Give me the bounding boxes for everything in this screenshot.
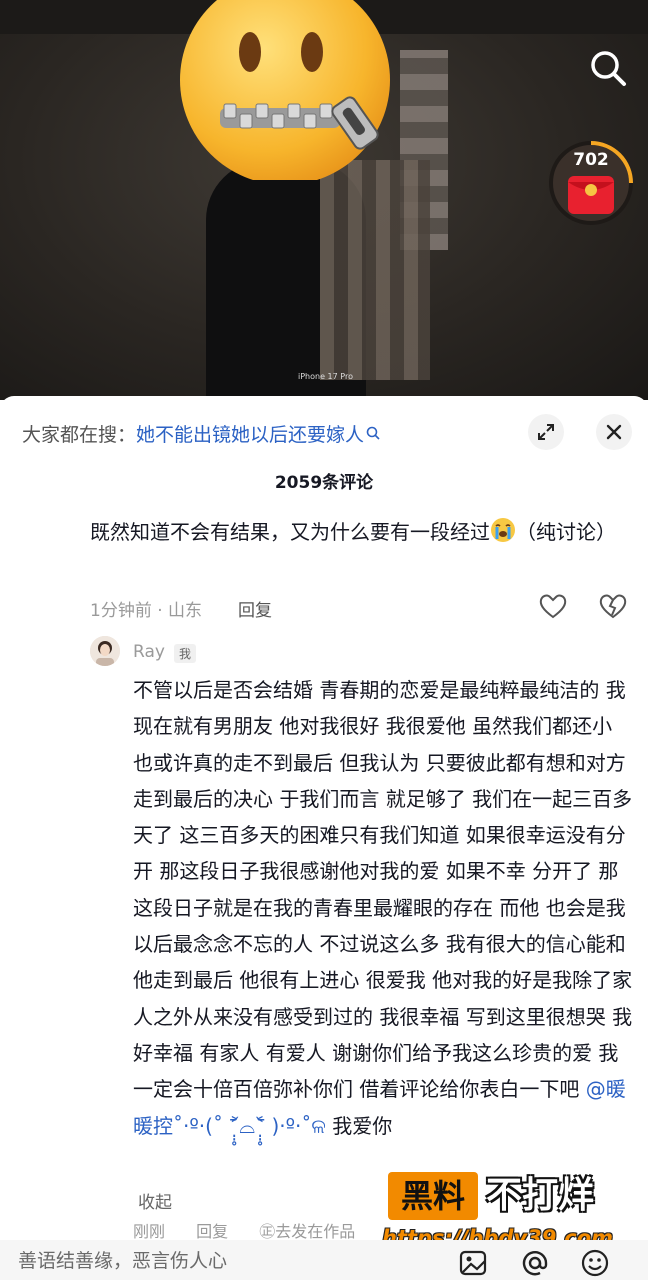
search-small-icon [366,426,380,440]
comment-input[interactable] [18,1246,438,1276]
self-badge: 我 [174,644,197,663]
expand-icon [538,424,554,440]
mention-at-icon[interactable] [520,1248,550,1278]
crying-face-icon [491,518,515,542]
close-button[interactable] [596,414,632,450]
reply-text: 不管以后是否会结婚 青春期的恋爱是最纯粹最纯洁的 我现在就有男朋友 他对我很好 … [133,678,633,1138]
watermark-box-text: 黑料 [388,1172,478,1220]
expand-button[interactable] [528,414,564,450]
image-icon[interactable] [458,1248,488,1278]
reply-meta: 刚刚 回复 ㊣去发在作品 [133,1218,381,1242]
like-icon[interactable] [538,592,568,620]
trending-search-prefix: 大家都在搜： [22,423,137,446]
trending-search-bar[interactable]: 大家都在搜： 她不能出镜她以后还要嫁人 [22,416,462,450]
watermark-side-text: 不打烊 [486,1175,595,1216]
zipper-mouth-face-icon [180,0,390,180]
pixelated-person [320,160,430,380]
comment-input-bar [0,1240,648,1280]
reply-time: 刚刚 [133,1222,166,1241]
red-packet-widget[interactable]: 702 [548,140,634,226]
close-icon [606,424,622,440]
red-packet-count: 702 [573,150,609,170]
site-watermark-logo: 黑料 不打烊 [388,1168,638,1228]
reply-author-tag: ㊣去发在作品 [259,1222,356,1241]
avatar[interactable] [90,636,120,666]
trending-search-query[interactable]: 她不能出镜她以后还要嫁人 [136,420,364,447]
comment-meta: 1分钟前 · 山东 [90,601,203,621]
collapse-button[interactable]: 收起 [138,1188,172,1213]
comment-text: 既然知道不会有结果，又为什么要有一段经过 （纯讨论） [90,514,630,550]
reply-username[interactable]: Ray [133,642,165,662]
comment-sheet: 大家都在搜： 她不能出镜她以后还要嫁人 2059条评论 既然知道不会有结果，又为… [0,396,648,1280]
avatar-image [90,636,120,666]
comment-count-title: 2059条评论 [274,473,374,493]
search-icon[interactable] [586,46,630,90]
emoji-icon[interactable] [580,1248,610,1278]
reply-button[interactable]: 回复 [238,596,272,621]
dislike-icon[interactable] [598,592,628,620]
video-player[interactable]: iPhone 17 Pro 702 [0,0,648,400]
reply-reply-button[interactable]: 回复 [196,1222,228,1241]
camera-watermark: iPhone 17 Pro [298,372,353,381]
